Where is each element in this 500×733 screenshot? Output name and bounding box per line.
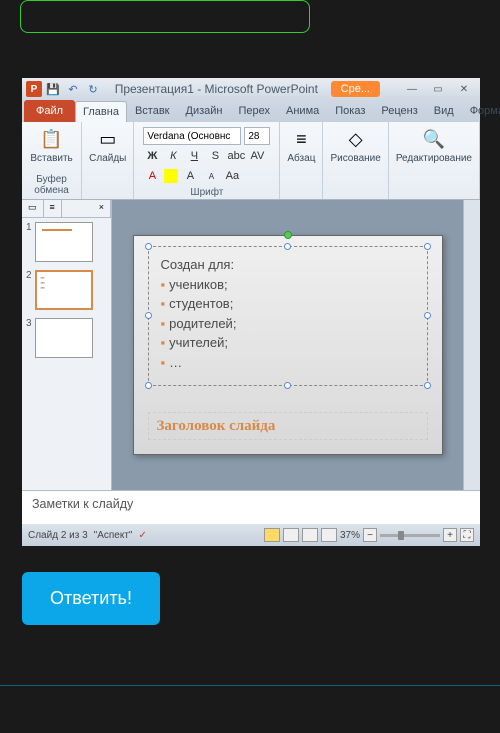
zoom-out-button[interactable]: − xyxy=(363,528,377,542)
ribbon-tabs: Файл Главна Вставк Дизайн Перех Анима По… xyxy=(22,100,480,122)
editing-button[interactable]: 🔍 Редактирование xyxy=(394,125,474,166)
ribbon-group-slides: ▭ Слайды xyxy=(82,122,134,199)
panel-tabs: ▭ ≡ × xyxy=(22,200,111,218)
font-name-select[interactable]: Verdana (Основнс xyxy=(143,127,241,145)
workspace: ▭ ≡ × 1 2 ▪▪▪▪▪▪▪▪▪ 3 xyxy=(22,200,480,490)
ribbon-group-editing: 🔍 Редактирование xyxy=(389,122,480,199)
quick-access-toolbar: P 💾 ↶ ↻ xyxy=(26,80,102,98)
zoom-percent: 37% xyxy=(340,530,360,541)
tab-view[interactable]: Вид xyxy=(426,100,462,122)
highlight-button[interactable] xyxy=(164,169,178,183)
font-color-button[interactable]: A xyxy=(143,167,161,185)
undo-icon[interactable]: ↶ xyxy=(64,80,82,98)
ribbon-group-drawing: ◇ Рисование xyxy=(323,122,388,199)
tab-home[interactable]: Главна xyxy=(75,101,127,122)
font-size-select[interactable]: 28 xyxy=(244,127,270,145)
new-features-button[interactable]: Сре... xyxy=(331,81,380,97)
paste-button[interactable]: 📋 Вставить xyxy=(28,125,74,166)
resize-handle[interactable] xyxy=(424,243,431,250)
tab-design[interactable]: Дизайн xyxy=(178,100,231,122)
resize-handle[interactable] xyxy=(424,382,431,389)
title-placeholder[interactable]: Заголовок слайда xyxy=(148,412,428,440)
reading-view-button[interactable] xyxy=(302,528,318,542)
textbox-content[interactable]: Создан для: ▪учеников; ▪студентов; ▪роди… xyxy=(161,255,415,372)
window-controls: — ▭ ✕ xyxy=(400,82,476,96)
paragraph-button[interactable]: ≡ Абзац xyxy=(285,125,317,166)
tab-transitions[interactable]: Перех xyxy=(230,100,278,122)
resize-handle[interactable] xyxy=(145,312,152,319)
grow-font-button[interactable]: A xyxy=(181,167,199,185)
resize-handle[interactable] xyxy=(145,382,152,389)
ribbon: 📋 Вставить Буфер обмена ▭ Слайды Verdana… xyxy=(22,122,480,200)
tab-file[interactable]: Файл xyxy=(24,100,75,122)
tab-format[interactable]: Формат xyxy=(462,100,500,122)
slide-counter: Слайд 2 из 3 xyxy=(28,530,88,541)
statusbar: Слайд 2 из 3 "Аспект" ✓ 37% − + ⛶ xyxy=(22,524,480,546)
slide-panel: ▭ ≡ × 1 2 ▪▪▪▪▪▪▪▪▪ 3 xyxy=(22,200,112,490)
ribbon-group-font: Verdana (Основнс 28 Ж К Ч S abc AV A A A… xyxy=(134,122,280,199)
zoom-in-button[interactable]: + xyxy=(443,528,457,542)
input-frame[interactable] xyxy=(20,0,310,33)
tab-animations[interactable]: Анима xyxy=(278,100,327,122)
tab-insert[interactable]: Вставк xyxy=(127,100,178,122)
spacing-button[interactable]: AV xyxy=(248,147,266,165)
window-title: Презентация1 - Microsoft PowerPoint xyxy=(102,82,331,96)
italic-button[interactable]: К xyxy=(164,147,182,165)
section-divider xyxy=(0,685,500,686)
theme-name: "Аспект" xyxy=(94,530,133,541)
shadow-button[interactable]: abc xyxy=(227,147,245,165)
rotate-handle[interactable] xyxy=(284,231,292,239)
slide-canvas[interactable]: Создан для: ▪учеников; ▪студентов; ▪роди… xyxy=(133,235,443,455)
normal-view-button[interactable] xyxy=(264,528,280,542)
outline-tab[interactable]: ≡ xyxy=(44,200,62,217)
ribbon-group-paragraph: ≡ Абзац xyxy=(280,122,323,199)
powerpoint-window: P 💾 ↶ ↻ Презентация1 - Microsoft PowerPo… xyxy=(22,78,480,526)
shapes-icon: ◇ xyxy=(344,127,368,151)
slide-editor[interactable]: Создан для: ▪учеников; ▪студентов; ▪роди… xyxy=(112,200,463,490)
redo-icon[interactable]: ↻ xyxy=(84,80,102,98)
bold-button[interactable]: Ж xyxy=(143,147,161,165)
ribbon-group-clipboard: 📋 Вставить Буфер обмена xyxy=(22,122,82,199)
vertical-scrollbar[interactable] xyxy=(463,200,480,490)
thumbnail-3[interactable]: 3 xyxy=(22,314,111,362)
tab-review[interactable]: Реценз xyxy=(373,100,425,122)
shrink-font-button[interactable]: A xyxy=(202,167,220,185)
close-button[interactable]: ✕ xyxy=(452,82,476,96)
thumbnail-1[interactable]: 1 xyxy=(22,218,111,266)
paste-icon: 📋 xyxy=(40,127,64,151)
notes-pane[interactable]: Заметки к слайду xyxy=(22,490,480,524)
resize-handle[interactable] xyxy=(284,243,291,250)
answer-button[interactable]: Ответить! xyxy=(22,572,160,625)
new-slide-button[interactable]: ▭ Слайды xyxy=(87,125,128,166)
paragraph-icon: ≡ xyxy=(289,127,313,151)
slides-tab[interactable]: ▭ xyxy=(22,200,44,217)
titlebar: P 💾 ↶ ↻ Презентация1 - Microsoft PowerPo… xyxy=(22,78,480,100)
tab-slideshow[interactable]: Показ xyxy=(327,100,373,122)
change-case-button[interactable]: Aa xyxy=(223,167,241,185)
close-panel[interactable]: × xyxy=(93,200,111,217)
fit-button[interactable]: ⛶ xyxy=(460,528,474,542)
spellcheck-icon[interactable]: ✓ xyxy=(139,530,147,541)
save-icon[interactable]: 💾 xyxy=(44,80,62,98)
content-textbox[interactable]: Создан для: ▪учеников; ▪студентов; ▪роди… xyxy=(148,246,428,386)
maximize-button[interactable]: ▭ xyxy=(426,82,450,96)
find-icon: 🔍 xyxy=(422,127,446,151)
app-icon: P xyxy=(26,81,42,97)
resize-handle[interactable] xyxy=(145,243,152,250)
underline-button[interactable]: Ч xyxy=(185,147,203,165)
strike-button[interactable]: S xyxy=(206,147,224,165)
zoom-slider[interactable] xyxy=(380,534,440,537)
resize-handle[interactable] xyxy=(284,382,291,389)
sorter-view-button[interactable] xyxy=(283,528,299,542)
slideshow-view-button[interactable] xyxy=(321,528,337,542)
drawing-button[interactable]: ◇ Рисование xyxy=(328,125,382,166)
resize-handle[interactable] xyxy=(424,312,431,319)
slide-icon: ▭ xyxy=(96,127,120,151)
thumbnail-2[interactable]: 2 ▪▪▪▪▪▪▪▪▪ xyxy=(22,266,111,314)
minimize-button[interactable]: — xyxy=(400,82,424,96)
